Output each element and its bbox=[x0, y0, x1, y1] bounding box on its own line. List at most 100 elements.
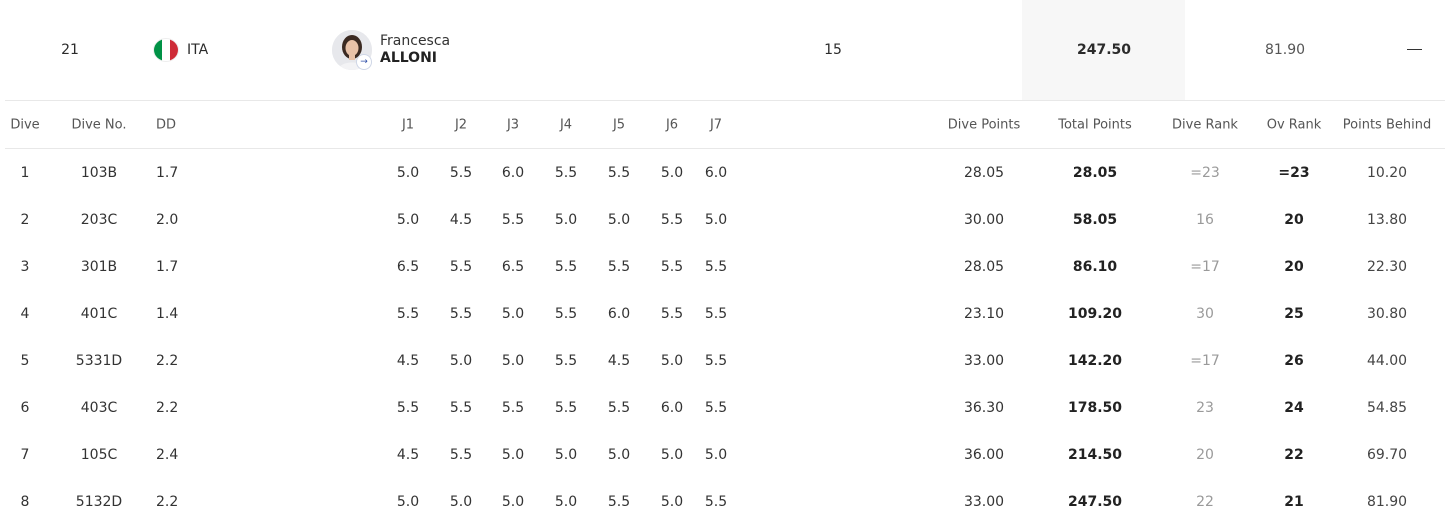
cell-j6: 5.0 bbox=[660, 493, 684, 510]
cell-j6: 5.0 bbox=[660, 352, 684, 369]
cell-dive-rank: =17 bbox=[1190, 258, 1220, 275]
cell-j3: 5.0 bbox=[501, 352, 525, 369]
cell-dive-points: 33.00 bbox=[963, 493, 1005, 510]
header-points-behind: Points Behind bbox=[1342, 117, 1432, 132]
cell-dive-no: 103B bbox=[80, 164, 118, 181]
header-j3: J3 bbox=[506, 117, 520, 132]
dives-count: 15 bbox=[824, 42, 842, 58]
cell-dive-points: 33.00 bbox=[963, 352, 1005, 369]
cell-j7: 5.0 bbox=[704, 446, 728, 463]
header-dive: Dive bbox=[10, 117, 40, 132]
cell-j5: 5.5 bbox=[607, 258, 631, 275]
cell-j2: 5.0 bbox=[449, 493, 473, 510]
header-ov-rank: Ov Rank bbox=[1266, 117, 1322, 132]
table-row: 1 103B 1.7 5.0 5.5 6.0 5.5 5.5 5.0 6.0 2… bbox=[0, 149, 1451, 196]
athlete-points-behind: 81.90 bbox=[1264, 42, 1306, 58]
cell-total-points: 28.05 bbox=[1072, 164, 1118, 181]
cell-j5: 5.5 bbox=[607, 399, 631, 416]
cell-dive-no: 5331D bbox=[75, 352, 123, 369]
cell-dd: 2.0 bbox=[156, 211, 179, 228]
header-j1: J1 bbox=[401, 117, 415, 132]
cell-dive: 2 bbox=[20, 211, 30, 228]
header-j4: J4 bbox=[559, 117, 573, 132]
cell-dive: 6 bbox=[20, 399, 30, 416]
cell-ov-rank: 24 bbox=[1284, 399, 1304, 416]
cell-dive-no: 401C bbox=[80, 305, 118, 322]
cell-dive-rank: 30 bbox=[1196, 305, 1214, 322]
athlete-rank: 21 bbox=[61, 42, 79, 58]
cell-j3: 5.0 bbox=[501, 493, 525, 510]
cell-dive-rank: 20 bbox=[1196, 446, 1214, 463]
cell-j2: 5.0 bbox=[449, 352, 473, 369]
cell-j4: 5.0 bbox=[554, 446, 578, 463]
cell-j3: 5.5 bbox=[501, 399, 525, 416]
cell-j6: 5.5 bbox=[660, 258, 684, 275]
cell-j3: 5.0 bbox=[501, 305, 525, 322]
cell-ov-rank: =23 bbox=[1278, 164, 1310, 181]
cell-total-points: 86.10 bbox=[1072, 258, 1118, 275]
cell-dive-points: 36.00 bbox=[963, 446, 1005, 463]
table-row: 6 403C 2.2 5.5 5.5 5.5 5.5 5.5 6.0 5.5 3… bbox=[0, 384, 1451, 431]
header-j7: J7 bbox=[709, 117, 723, 132]
cell-dive: 7 bbox=[20, 446, 30, 463]
minus-icon[interactable] bbox=[1407, 49, 1422, 50]
cell-points-behind: 22.30 bbox=[1366, 258, 1408, 275]
cell-dive-points: 36.30 bbox=[963, 399, 1005, 416]
cell-j7: 5.5 bbox=[704, 399, 728, 416]
cell-j7: 5.5 bbox=[704, 493, 728, 510]
cell-dive: 5 bbox=[20, 352, 30, 369]
cell-j6: 5.0 bbox=[660, 164, 684, 181]
cell-dive-no: 301B bbox=[80, 258, 118, 275]
cell-ov-rank: 22 bbox=[1284, 446, 1304, 463]
cell-j4: 5.5 bbox=[554, 258, 578, 275]
cell-j2: 5.5 bbox=[449, 305, 473, 322]
cell-j7: 5.0 bbox=[704, 211, 728, 228]
cell-dd: 2.4 bbox=[156, 446, 179, 463]
cell-dive-points: 28.05 bbox=[963, 258, 1005, 275]
cell-dive-points: 30.00 bbox=[963, 211, 1005, 228]
cell-dd: 2.2 bbox=[156, 493, 179, 510]
cell-ov-rank: 25 bbox=[1284, 305, 1304, 322]
cell-j6: 6.0 bbox=[660, 399, 684, 416]
cell-dive-rank: 22 bbox=[1196, 493, 1214, 510]
cell-j1: 5.0 bbox=[396, 493, 420, 510]
cell-j7: 5.5 bbox=[704, 258, 728, 275]
cell-j2: 5.5 bbox=[449, 446, 473, 463]
cell-j1: 4.5 bbox=[396, 352, 420, 369]
cell-points-behind: 30.80 bbox=[1366, 305, 1408, 322]
cell-j4: 5.5 bbox=[554, 352, 578, 369]
cell-dive: 8 bbox=[20, 493, 30, 510]
cell-total-points: 109.20 bbox=[1067, 305, 1123, 322]
cell-dive-rank: 23 bbox=[1196, 399, 1214, 416]
cell-j1: 5.5 bbox=[396, 399, 420, 416]
cell-points-behind: 81.90 bbox=[1366, 493, 1408, 510]
country-code: ITA bbox=[187, 42, 209, 58]
athlete-first-name[interactable]: Francesca bbox=[380, 33, 450, 49]
cell-points-behind: 44.00 bbox=[1366, 352, 1408, 369]
cell-j2: 5.5 bbox=[449, 164, 473, 181]
athlete-summary-row[interactable]: 21 ITA → Francesca ALLONI 15 247.50 81.9… bbox=[0, 0, 1451, 100]
cell-j7: 6.0 bbox=[704, 164, 728, 181]
athlete-last-name[interactable]: ALLONI bbox=[380, 50, 437, 66]
cell-j1: 5.5 bbox=[396, 305, 420, 322]
cell-j7: 5.5 bbox=[704, 352, 728, 369]
cell-j1: 5.0 bbox=[396, 164, 420, 181]
cell-dd: 1.7 bbox=[156, 164, 179, 181]
table-row: 5 5331D 2.2 4.5 5.0 5.0 5.5 4.5 5.0 5.5 … bbox=[0, 337, 1451, 384]
profile-link-icon[interactable]: → bbox=[357, 55, 371, 69]
cell-points-behind: 69.70 bbox=[1366, 446, 1408, 463]
cell-dive: 1 bbox=[20, 164, 30, 181]
header-total-points: Total Points bbox=[1058, 117, 1132, 132]
cell-ov-rank: 21 bbox=[1284, 493, 1304, 510]
table-row: 2 203C 2.0 5.0 4.5 5.5 5.0 5.0 5.5 5.0 3… bbox=[0, 196, 1451, 243]
cell-j3: 6.0 bbox=[501, 164, 525, 181]
cell-j5: 6.0 bbox=[607, 305, 631, 322]
cell-dive-no: 5132D bbox=[75, 493, 123, 510]
cell-dd: 1.7 bbox=[156, 258, 179, 275]
cell-j5: 5.5 bbox=[607, 164, 631, 181]
cell-ov-rank: 26 bbox=[1284, 352, 1304, 369]
header-dd: DD bbox=[156, 117, 177, 132]
cell-j5: 5.0 bbox=[607, 211, 631, 228]
cell-j3: 5.0 bbox=[501, 446, 525, 463]
cell-points-behind: 10.20 bbox=[1366, 164, 1408, 181]
